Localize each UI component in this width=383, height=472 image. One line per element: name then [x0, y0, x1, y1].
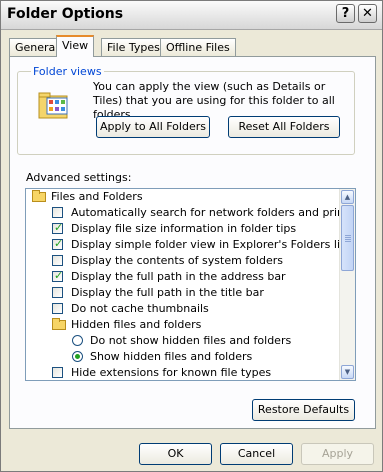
list-item-label: Show hidden files and folders	[90, 350, 253, 363]
advanced-settings-label: Advanced settings:	[26, 171, 132, 184]
list-item-label: Display the full path in the title bar	[71, 286, 264, 299]
check-mark-icon: ✓	[54, 269, 64, 282]
checkbox[interactable]	[52, 303, 63, 314]
grip-line	[345, 239, 351, 240]
list-item-label: Do not show hidden files and folders	[90, 334, 292, 347]
apply-button[interactable]: Apply	[301, 443, 374, 465]
checkbox[interactable]	[52, 287, 63, 298]
tab-view[interactable]: View	[56, 35, 95, 57]
window-title: Folder Options	[7, 6, 124, 22]
close-button[interactable]: ✕	[358, 4, 377, 23]
list-item-label: Hide extensions for known file types	[71, 366, 272, 379]
list-item-label: Automatically search for network folders…	[71, 206, 356, 219]
radio-dot-icon	[75, 354, 80, 359]
folder-views-label: Folder views	[31, 65, 104, 78]
scroll-thumb[interactable]	[341, 205, 354, 271]
radio-button[interactable]	[72, 351, 83, 362]
scroll-down-button[interactable]: ▼	[341, 365, 354, 379]
folder-views-icon	[38, 92, 68, 119]
list-item-label: Files and Folders	[51, 190, 143, 203]
title-bar[interactable]: Folder Options ? ✕	[1, 1, 382, 30]
checkbox[interactable]: ✓	[52, 237, 64, 250]
ok-button[interactable]: OK	[139, 443, 212, 465]
grip-line	[345, 237, 351, 238]
cancel-button[interactable]: Cancel	[220, 443, 293, 465]
folder-icon	[52, 318, 66, 330]
help-button[interactable]: ?	[336, 4, 355, 23]
check-mark-icon: ✓	[54, 237, 64, 250]
apply-to-all-folders-button[interactable]: Apply to All Folders	[96, 116, 210, 138]
list-item-label: Display simple folder view in Explorer's…	[71, 238, 351, 251]
checkbox[interactable]	[52, 367, 63, 378]
checkbox[interactable]	[52, 255, 63, 266]
vertical-scrollbar[interactable]: ▲ ▼	[339, 189, 355, 380]
list-item-label: Display the contents of system folders	[71, 254, 283, 267]
list-item-label: Display the full path in the address bar	[71, 270, 286, 283]
restore-defaults-button[interactable]: Restore Defaults	[252, 399, 355, 421]
tab-file-types[interactable]: File Types	[101, 38, 166, 56]
checkbox[interactable]: ✓	[52, 269, 64, 282]
check-mark-icon: ✓	[54, 221, 64, 234]
radio-button[interactable]	[72, 335, 83, 346]
list-item-label: Hidden files and folders	[71, 318, 202, 331]
list-item-label: Display file size information in folder …	[71, 222, 297, 235]
reset-all-folders-button[interactable]: Reset All Folders	[228, 116, 340, 138]
folder-icon	[32, 190, 46, 202]
list-item-label: Do not cache thumbnails	[71, 302, 209, 315]
checkbox[interactable]	[52, 207, 63, 218]
grip-line	[345, 235, 351, 236]
grip-line	[345, 241, 351, 242]
folder-options-dialog: Folder Options ? ✕ General View File Typ…	[0, 0, 383, 472]
scroll-up-button[interactable]: ▲	[341, 190, 354, 204]
tab-offline-files[interactable]: Offline Files	[160, 38, 236, 56]
advanced-settings-list[interactable]: Files and Folders Automatically search f…	[25, 188, 356, 381]
checkbox[interactable]: ✓	[52, 221, 64, 234]
